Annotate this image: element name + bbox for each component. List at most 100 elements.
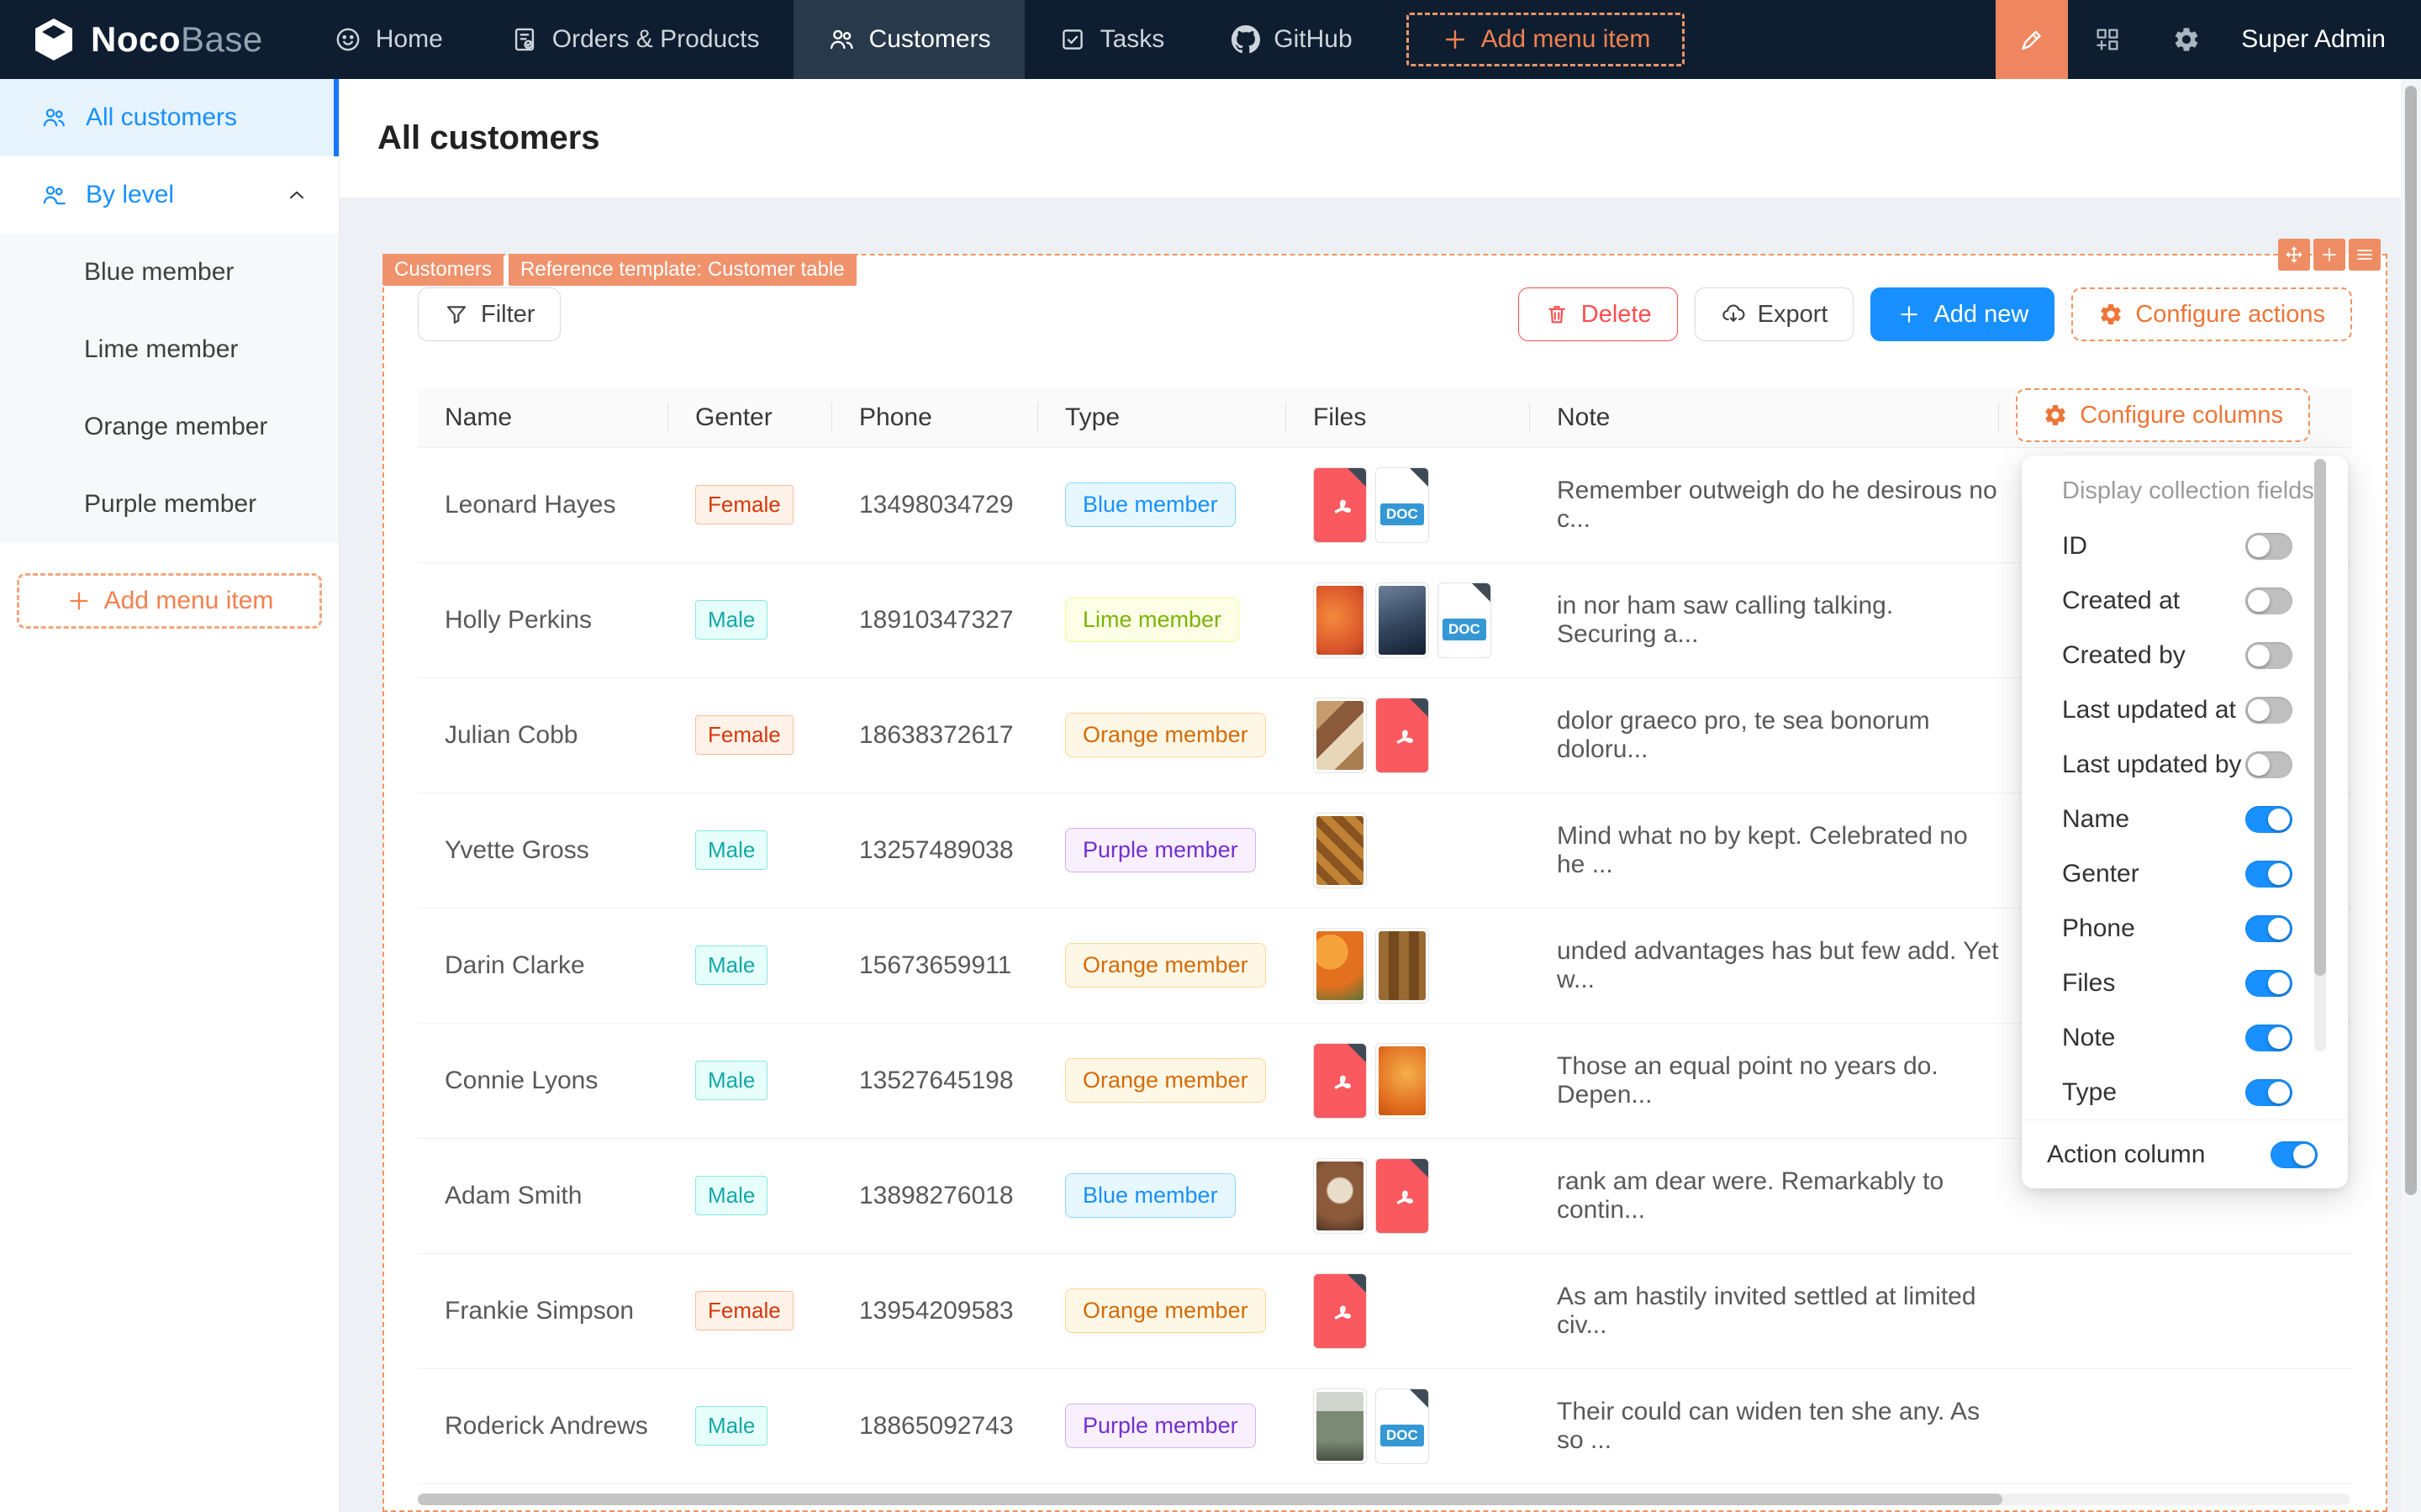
nocobase-logo[interactable]: NocoBase (0, 0, 300, 79)
field-toggle-row[interactable]: Name (2022, 792, 2348, 846)
field-switch[interactable] (2245, 697, 2292, 724)
field-toggle-row[interactable]: Created by (2022, 628, 2348, 682)
image-thumbnail[interactable] (1375, 582, 1429, 658)
field-switch[interactable] (2245, 587, 2292, 614)
page-fold (1348, 1274, 1366, 1293)
field-label: Type (2062, 1078, 2117, 1107)
field-switch[interactable] (2245, 970, 2292, 997)
gear-icon (2098, 302, 2123, 327)
pdf-file-icon[interactable] (1375, 698, 1429, 773)
action-column-switch[interactable] (2271, 1141, 2318, 1168)
customers-table-block: Customers Reference template: Customer t… (382, 254, 2387, 1512)
field-switch[interactable] (2245, 642, 2292, 669)
image-thumbnail[interactable] (1313, 582, 1367, 658)
field-switch[interactable] (2245, 751, 2292, 778)
field-label: Name (2062, 805, 2129, 834)
field-label: Created at (2062, 587, 2180, 615)
field-toggle-row[interactable]: Note (2022, 1010, 2348, 1065)
add-block-icon[interactable] (2313, 239, 2345, 271)
phone-number: 13898276018 (859, 1182, 1014, 1209)
sidebar-item-purple-member[interactable]: Purple member (0, 466, 339, 543)
sidebar-item-by-level[interactable]: By level (0, 156, 339, 234)
doc-file-icon[interactable]: DOC (1375, 467, 1429, 543)
column-header-name: Name (418, 388, 668, 447)
dropdown-scrollbar-thumb[interactable] (2314, 459, 2326, 976)
table-row[interactable]: Roderick Andrews Male 18865092743 Purple… (418, 1368, 2352, 1483)
image-thumbnail[interactable] (1375, 928, 1429, 1004)
menu-item-orders-products[interactable]: Orders & Products (477, 0, 794, 79)
pdf-file-icon[interactable] (1313, 1273, 1367, 1349)
image-thumbnail[interactable] (1375, 1043, 1429, 1119)
sidebar-item-all-customers[interactable]: All customers (0, 79, 339, 156)
phone-number: 18910347327 (859, 606, 1014, 634)
filter-button[interactable]: Filter (418, 287, 561, 341)
image-thumbnail[interactable] (1313, 813, 1367, 888)
image-thumbnail[interactable] (1313, 1388, 1367, 1464)
image-thumbnail[interactable] (1313, 698, 1367, 773)
field-toggle-row[interactable]: Created at (2022, 573, 2348, 628)
settings-button[interactable] (2147, 0, 2226, 79)
files-cell: DOC (1313, 582, 1530, 658)
field-toggle-row[interactable]: Files (2022, 956, 2348, 1010)
field-toggle-row[interactable]: Phone (2022, 901, 2348, 956)
menu-item-tasks[interactable]: Tasks (1025, 0, 1199, 79)
action-column-row[interactable]: Action column (2022, 1120, 2348, 1188)
table-toolbar: Filter Delete Export (418, 287, 2352, 341)
field-toggle-row[interactable]: Genter (2022, 846, 2348, 901)
column-header-note: Note (1530, 388, 1999, 447)
block-menu-icon[interactable] (2349, 239, 2381, 271)
add-new-button[interactable]: Add new (1870, 287, 2054, 341)
field-switch[interactable] (2245, 861, 2292, 888)
configure-columns-button[interactable]: Configure columns (2016, 388, 2310, 442)
field-switch[interactable] (2245, 533, 2292, 560)
phone-number: 13498034729 (859, 491, 1014, 519)
table-row[interactable]: Frankie Simpson Female 13954209583 Orang… (418, 1253, 2352, 1368)
pdf-file-icon[interactable] (1375, 1158, 1429, 1234)
field-label: Note (2062, 1024, 2115, 1052)
field-toggle-row[interactable]: ID (2022, 519, 2348, 573)
navbar-add-menu-item-button[interactable]: Add menu item (1406, 13, 1685, 66)
configure-actions-button[interactable]: Configure actions (2071, 287, 2352, 341)
doc-file-icon[interactable]: DOC (1375, 1388, 1429, 1464)
user-menu[interactable]: Super Admin (2226, 0, 2421, 79)
menu-item-home[interactable]: Home (300, 0, 477, 79)
phone-number: 18865092743 (859, 1412, 1014, 1440)
files-cell (1313, 813, 1530, 888)
image-thumbnail[interactable] (1313, 928, 1367, 1004)
image-thumbnail[interactable] (1313, 1158, 1367, 1234)
horizontal-scroll-thumb[interactable] (418, 1494, 2002, 1505)
pdf-file-icon[interactable] (1313, 467, 1367, 543)
page-scrollbar-thumb[interactable] (2405, 86, 2417, 1195)
sidebar-add-menu-item-button[interactable]: Add menu item (17, 573, 322, 629)
note-text: As am hastily invited settled at limited… (1557, 1283, 1976, 1339)
customer-name: Frankie Simpson (445, 1297, 634, 1325)
drag-handle-icon[interactable] (2278, 239, 2310, 271)
page-scrollbar-track (2401, 79, 2421, 1512)
sidebar-item-orange-member[interactable]: Orange member (0, 388, 339, 466)
menu-item-customers[interactable]: Customers (794, 0, 1025, 79)
pdf-file-icon[interactable] (1313, 1043, 1367, 1119)
field-switch[interactable] (2245, 806, 2292, 833)
export-button[interactable]: Export (1695, 287, 1854, 341)
ui-editor-button[interactable] (1996, 0, 2068, 79)
field-switch[interactable] (2245, 1025, 2292, 1051)
member-type-badge: Purple member (1065, 1404, 1256, 1448)
field-switch[interactable] (2245, 1079, 2292, 1106)
logo-text-bold: Noco (91, 19, 181, 59)
field-label: Last updated at (2062, 696, 2236, 724)
member-type-badge: Orange member (1065, 943, 1266, 988)
sidebar-item-lime-member[interactable]: Lime member (0, 311, 339, 388)
field-toggle-row[interactable]: Last updated at (2022, 682, 2348, 737)
dropdown-title: Display collection fields (2022, 477, 2348, 505)
plugin-manager-button[interactable] (2068, 0, 2147, 79)
doc-file-icon[interactable]: DOC (1437, 582, 1491, 658)
field-toggle-row[interactable]: Last updated by (2022, 737, 2348, 792)
field-switch[interactable] (2245, 915, 2292, 942)
delete-button[interactable]: Delete (1518, 287, 1678, 341)
page-fold (1410, 698, 1428, 717)
sidebar-item-blue-member[interactable]: Blue member (0, 234, 339, 311)
menu-item-github[interactable]: GitHub (1198, 0, 1385, 79)
customer-name: Darin Clarke (445, 951, 585, 979)
page-fold (1348, 1044, 1366, 1062)
field-toggle-row[interactable]: Type (2022, 1065, 2348, 1120)
